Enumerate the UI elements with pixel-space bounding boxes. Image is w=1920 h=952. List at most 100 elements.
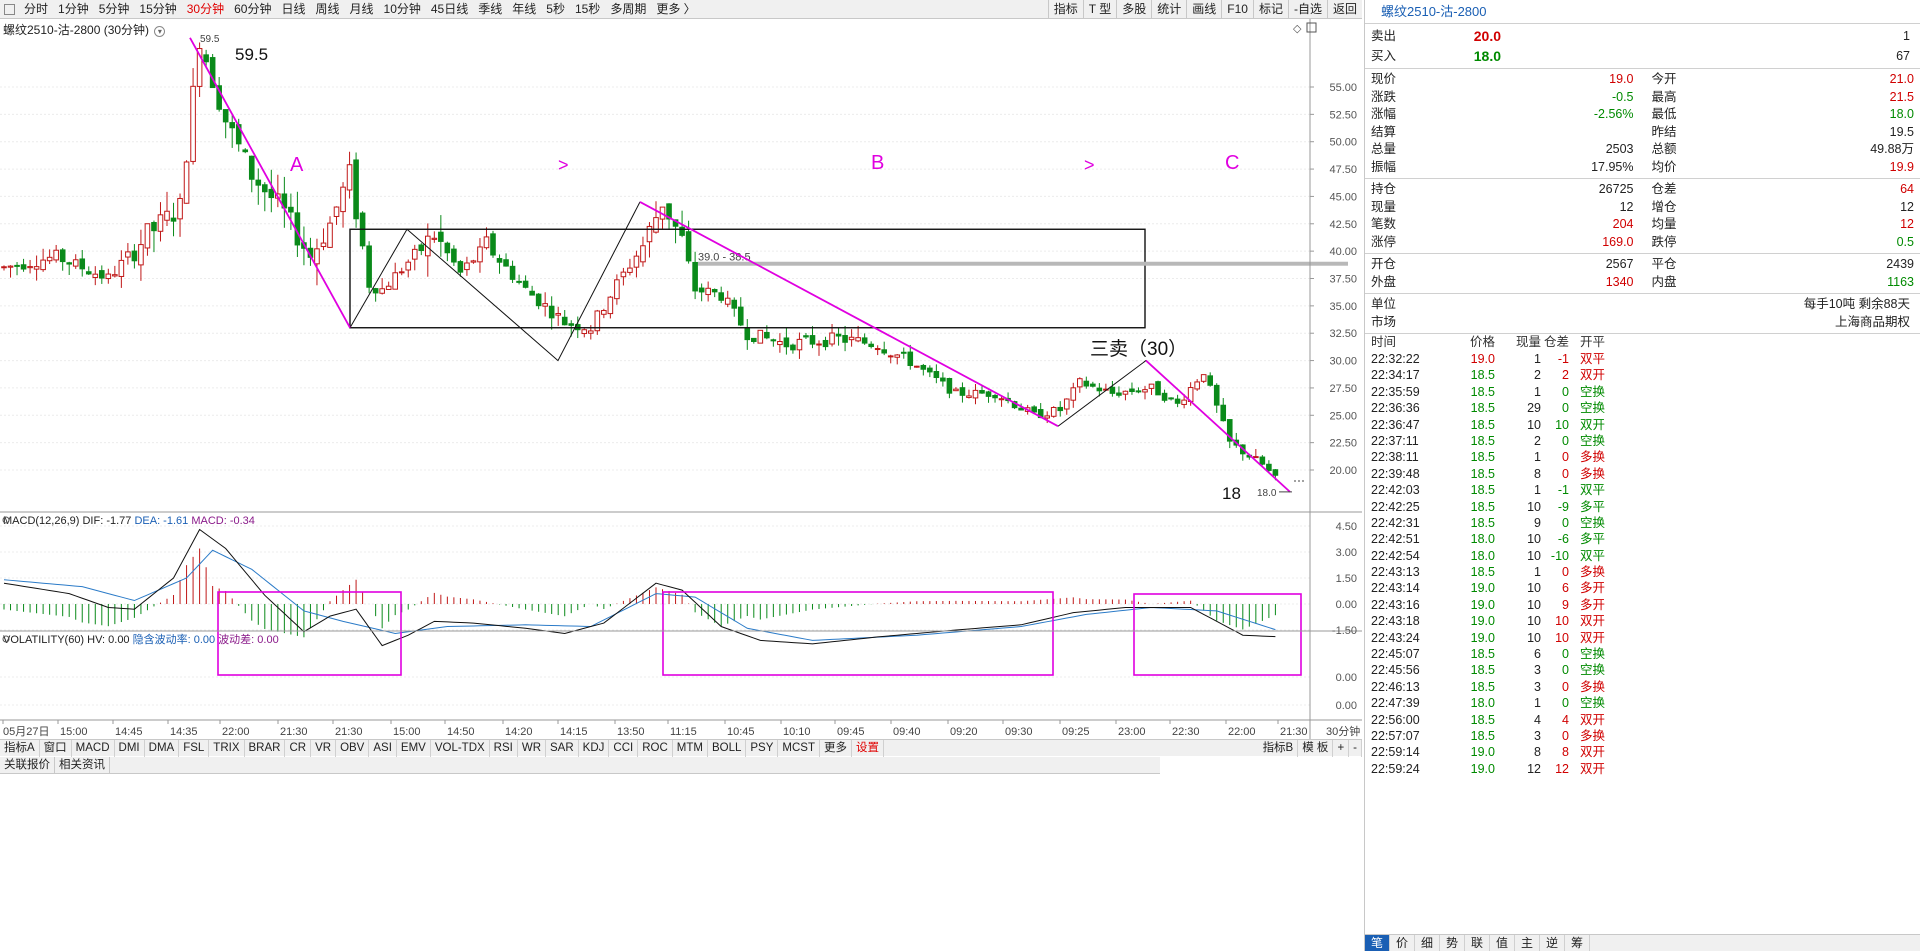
period-15[interactable]: 多周期 xyxy=(605,0,651,19)
tick-volume: 10 xyxy=(1527,532,1541,547)
indicator-tab-19[interactable]: ROC xyxy=(638,739,673,757)
indicator-tab-2[interactable]: MACD xyxy=(72,739,115,757)
tick-oi-change: 0 xyxy=(1562,433,1569,448)
indicator-tab-23[interactable]: MCST xyxy=(778,739,820,757)
indicator-tab-22[interactable]: PSY xyxy=(746,739,779,757)
period-7[interactable]: 周线 xyxy=(310,0,344,19)
quote-tab-5[interactable]: 值 xyxy=(1490,935,1515,951)
stat-key: 增仓 xyxy=(1651,199,1677,214)
indicator-tab-1[interactable]: 窗口 xyxy=(40,739,72,757)
tick-list[interactable]: 22:32:22 19.0 1 -1 双平 22:34:17 18.5 2 2 双开 22:35:5… xyxy=(1365,351,1920,777)
quote-tab-0[interactable]: 笔 xyxy=(1365,935,1390,951)
tick-volume: 29 xyxy=(1527,401,1541,416)
toolbar-button-0[interactable]: 指标 xyxy=(1047,0,1083,19)
toolbar-square-icon[interactable] xyxy=(4,3,15,15)
toolbar-button-4[interactable]: 画线 xyxy=(1186,0,1221,19)
tick-row: 22:42:51 18.0 10 -6 多平 xyxy=(1365,531,1920,547)
indicator-tab-25[interactable]: 设置 xyxy=(852,739,884,757)
indicator-tab-3[interactable]: DMI xyxy=(115,739,145,757)
candle xyxy=(887,354,894,364)
toolbar-button-6[interactable]: 标记 xyxy=(1252,0,1288,19)
indicator-tab-18[interactable]: CCI xyxy=(609,739,639,757)
indicator-tab-4[interactable]: DMA xyxy=(145,739,180,757)
indicator-right-1[interactable]: 模 板 xyxy=(1298,739,1334,757)
period-12[interactable]: 年线 xyxy=(507,0,541,19)
indicator-tab-9[interactable]: VR xyxy=(311,739,337,757)
period-16[interactable]: 更多 〉 xyxy=(651,0,700,19)
stat-value: 2439 xyxy=(1886,257,1914,271)
tick-oi-change: 2 xyxy=(1562,368,1569,383)
candle xyxy=(809,326,816,349)
indicator-tab-20[interactable]: MTM xyxy=(673,739,708,757)
toolbar-button-3[interactable]: 统计 xyxy=(1151,0,1186,19)
quote-tab-1[interactable]: 价 xyxy=(1390,935,1415,951)
indicator-tab-13[interactable]: VOL-TDX xyxy=(431,739,490,757)
indicator-tab-11[interactable]: ASI xyxy=(369,739,397,757)
indicator-tab-24[interactable]: 更多 xyxy=(820,739,852,757)
tick-type: 双开 xyxy=(1579,745,1605,760)
stat-key: 涨跌 xyxy=(1371,89,1397,104)
tick-row: 22:42:54 18.0 10 -10 双平 xyxy=(1365,548,1920,564)
period-14[interactable]: 15秒 xyxy=(570,0,605,19)
period-5[interactable]: 60分钟 xyxy=(229,0,276,19)
period-13[interactable]: 5秒 xyxy=(541,0,570,19)
toolbar-button-8[interactable]: 返回 xyxy=(1326,0,1362,19)
indicator-tab-14[interactable]: RSI xyxy=(490,739,518,757)
indicator-tab-7[interactable]: BRAR xyxy=(245,739,286,757)
y-tick-label: 45.00 xyxy=(1329,191,1357,203)
period-9[interactable]: 10分钟 xyxy=(379,0,426,19)
period-10[interactable]: 45日线 xyxy=(426,0,473,19)
candle xyxy=(131,244,138,269)
sub-tab-1[interactable]: 相关资讯 xyxy=(55,757,110,773)
indicator-tab-5[interactable]: FSL xyxy=(179,739,210,757)
period-8[interactable]: 月线 xyxy=(345,0,379,19)
indicator-tab-15[interactable]: WR xyxy=(518,739,547,757)
quote-tab-3[interactable]: 势 xyxy=(1440,935,1465,951)
indicator-tab-0[interactable]: 指标A xyxy=(0,739,40,757)
indicator-right-0[interactable]: 指标B xyxy=(1259,739,1299,757)
indicator-tab-16[interactable]: SAR xyxy=(546,739,579,757)
tick-time: 22:34:17 xyxy=(1371,368,1420,383)
indicator-right-3[interactable]: - xyxy=(1349,739,1362,757)
period-4[interactable]: 30分钟 xyxy=(182,0,229,19)
quote-tab-7[interactable]: 逆 xyxy=(1540,935,1565,951)
tick-type: 多换 xyxy=(1579,728,1605,743)
sub-tab-0[interactable]: 关联报价 xyxy=(0,757,55,773)
toolbar-button-1[interactable]: T 型 xyxy=(1082,0,1116,19)
toolbar-button-7[interactable]: -自选 xyxy=(1287,0,1327,19)
indicator-tab-21[interactable]: BOLL xyxy=(708,739,747,757)
tick-oi-change: 0 xyxy=(1562,679,1569,694)
period-2[interactable]: 5分钟 xyxy=(94,0,135,19)
indicator-tab-17[interactable]: KDJ xyxy=(579,739,610,757)
diamond-icon[interactable]: ◇ xyxy=(1293,23,1302,35)
period-0[interactable]: 分时 xyxy=(19,0,53,19)
toolbar-button-5[interactable]: F10 xyxy=(1221,0,1253,19)
indicator-tab-8[interactable]: CR xyxy=(285,739,312,757)
period-1[interactable]: 1分钟 xyxy=(53,0,94,19)
stat-row: 现量 12 增仓 12 xyxy=(1365,199,1920,217)
period-11[interactable]: 季线 xyxy=(473,0,507,19)
stat-key: 昨结 xyxy=(1651,124,1677,139)
period-3[interactable]: 15分钟 xyxy=(134,0,181,19)
candle xyxy=(503,253,509,267)
candle xyxy=(561,310,568,326)
tick-type: 多平 xyxy=(1579,499,1605,514)
indicator-right-2[interactable]: + xyxy=(1333,739,1350,757)
candle xyxy=(1220,398,1227,422)
candle xyxy=(646,222,653,258)
tick-time: 22:42:51 xyxy=(1371,532,1420,547)
candle xyxy=(275,174,281,208)
price-chart[interactable]: 39.0 - 38.559.518.059.5A > B > C三卖（30）18 MAC… xyxy=(0,19,1362,739)
tick-type: 多开 xyxy=(1579,581,1605,596)
indicator-tab-10[interactable]: OBV xyxy=(336,739,370,757)
quote-tab-6[interactable]: 主 xyxy=(1515,935,1540,951)
indicator-tab-6[interactable]: TRIX xyxy=(209,739,245,757)
quote-tab-2[interactable]: 细 xyxy=(1415,935,1440,951)
window-icon[interactable] xyxy=(1306,22,1317,33)
quote-tab-4[interactable]: 联 xyxy=(1465,935,1490,951)
indicator-tab-12[interactable]: EMV xyxy=(397,739,431,757)
tick-price: 19.0 xyxy=(1470,581,1495,596)
quote-tab-8[interactable]: 筹 xyxy=(1565,935,1590,951)
toolbar-button-2[interactable]: 多股 xyxy=(1116,0,1151,19)
period-6[interactable]: 日线 xyxy=(276,0,310,19)
